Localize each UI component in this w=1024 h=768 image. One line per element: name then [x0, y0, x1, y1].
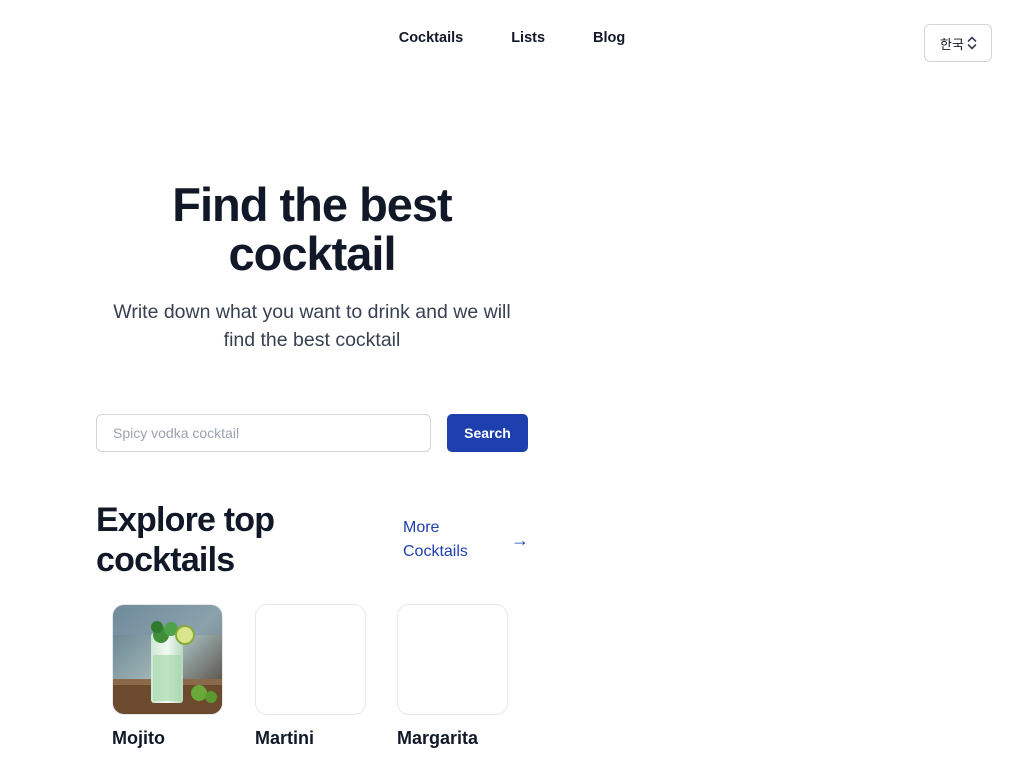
nav-item-cocktails[interactable]: Cocktails — [399, 30, 463, 46]
top-nav: Cocktails Lists Blog — [0, 30, 1024, 46]
explore-title: Explore top cocktails — [96, 501, 275, 579]
nav-item-lists[interactable]: Lists — [511, 30, 545, 46]
cocktail-card-mojito[interactable]: Mojito — [112, 604, 223, 749]
cocktail-image-martini — [255, 604, 366, 715]
page: Cocktails Lists Blog 한국 Find the best co… — [0, 0, 1024, 768]
hero: Find the best cocktail Write down what y… — [96, 180, 528, 354]
cocktail-image-margarita — [397, 604, 508, 715]
more-cocktails-label: More Cocktails — [403, 519, 468, 560]
cocktail-card-martini[interactable]: Martini — [255, 604, 366, 749]
language-select-value: 한국 — [940, 36, 964, 52]
arrow-right-icon: → — [511, 529, 529, 550]
more-cocktails-link[interactable]: More Cocktails → — [403, 516, 529, 564]
cocktail-image-mojito — [112, 604, 223, 715]
language-select[interactable]: 한국 — [924, 24, 992, 62]
cocktail-name: Martini — [255, 728, 315, 748]
search-input[interactable] — [96, 414, 431, 452]
search-button[interactable]: Search — [447, 414, 528, 452]
hero-subtitle: Write down what you want to drink and we… — [113, 301, 511, 351]
cocktail-name: Margarita — [397, 728, 479, 748]
nav-item-blog[interactable]: Blog — [593, 30, 625, 46]
hero-title: Find the best cocktail — [172, 178, 452, 280]
search-form: Search — [96, 414, 528, 452]
cocktail-name: Mojito — [112, 728, 165, 748]
cocktail-card-margarita[interactable]: Margarita — [397, 604, 508, 749]
chevron-up-down-icon — [967, 35, 977, 51]
